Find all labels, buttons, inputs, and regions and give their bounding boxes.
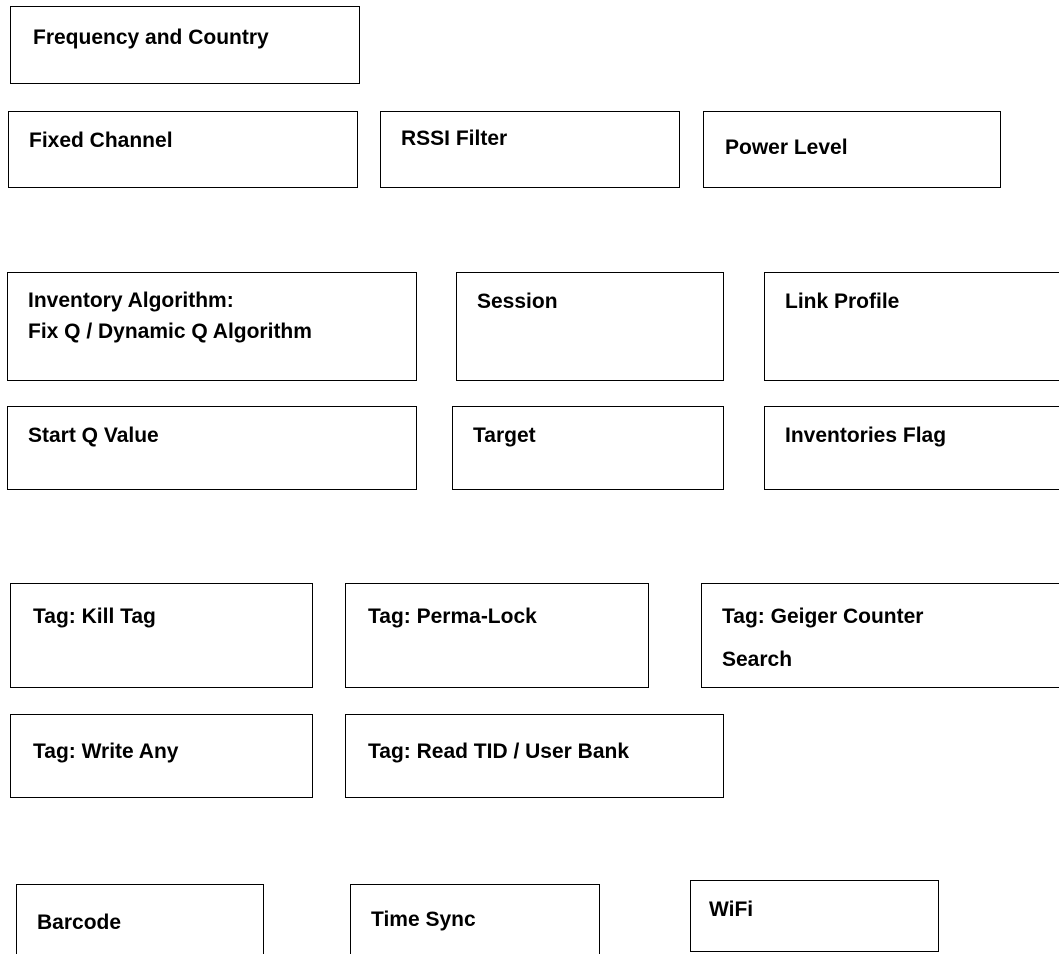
kill-tag-box: Tag: Kill Tag [10,583,313,688]
perma-lock-box: Tag: Perma-Lock [345,583,649,688]
start-q-value-label: Start Q Value [28,424,159,447]
inventories-flag-box: Inventories Flag [764,406,1059,490]
barcode-label: Barcode [37,911,122,934]
fixed-channel-box: Fixed Channel [8,111,358,188]
target-box: Target [452,406,724,490]
start-q-value-box: Start Q Value [7,406,417,490]
time-sync-label: Time Sync [371,908,476,931]
target-label: Target [473,424,536,447]
geiger-counter-label-line2: Search [722,648,793,671]
read-tid-label: Tag: Read TID / User Bank [368,740,630,763]
time-sync-box: Time Sync [350,884,600,954]
write-any-box: Tag: Write Any [10,714,313,798]
inventory-algorithm-label-line2: Fix Q / Dynamic Q Algorithm [28,320,312,343]
wifi-box: WiFi [690,880,939,952]
perma-lock-label: Tag: Perma-Lock [368,605,537,628]
rssi-filter-label: RSSI Filter [401,127,508,150]
power-level-label: Power Level [725,136,848,159]
link-profile-label: Link Profile [785,290,900,313]
inventory-algorithm-label-line1: Inventory Algorithm: [28,289,234,312]
wifi-label: WiFi [709,898,754,921]
fixed-channel-label: Fixed Channel [29,129,173,152]
link-profile-box: Link Profile [764,272,1059,381]
session-box: Session [456,272,724,381]
rssi-filter-box: RSSI Filter [380,111,680,188]
power-level-box: Power Level [703,111,1001,188]
geiger-counter-label-line1: Tag: Geiger Counter [722,605,924,628]
inventory-algorithm-box: Inventory Algorithm: Fix Q / Dynamic Q A… [7,272,417,381]
frequency-country-label: Frequency and Country [33,26,269,49]
kill-tag-label: Tag: Kill Tag [33,605,156,628]
read-tid-box: Tag: Read TID / User Bank [345,714,724,798]
geiger-counter-box: Tag: Geiger Counter Search [701,583,1059,688]
session-label: Session [477,290,558,313]
frequency-country-box: Frequency and Country [10,6,360,84]
write-any-label: Tag: Write Any [33,740,179,763]
inventories-flag-label: Inventories Flag [785,424,947,447]
barcode-box: Barcode [16,884,264,954]
